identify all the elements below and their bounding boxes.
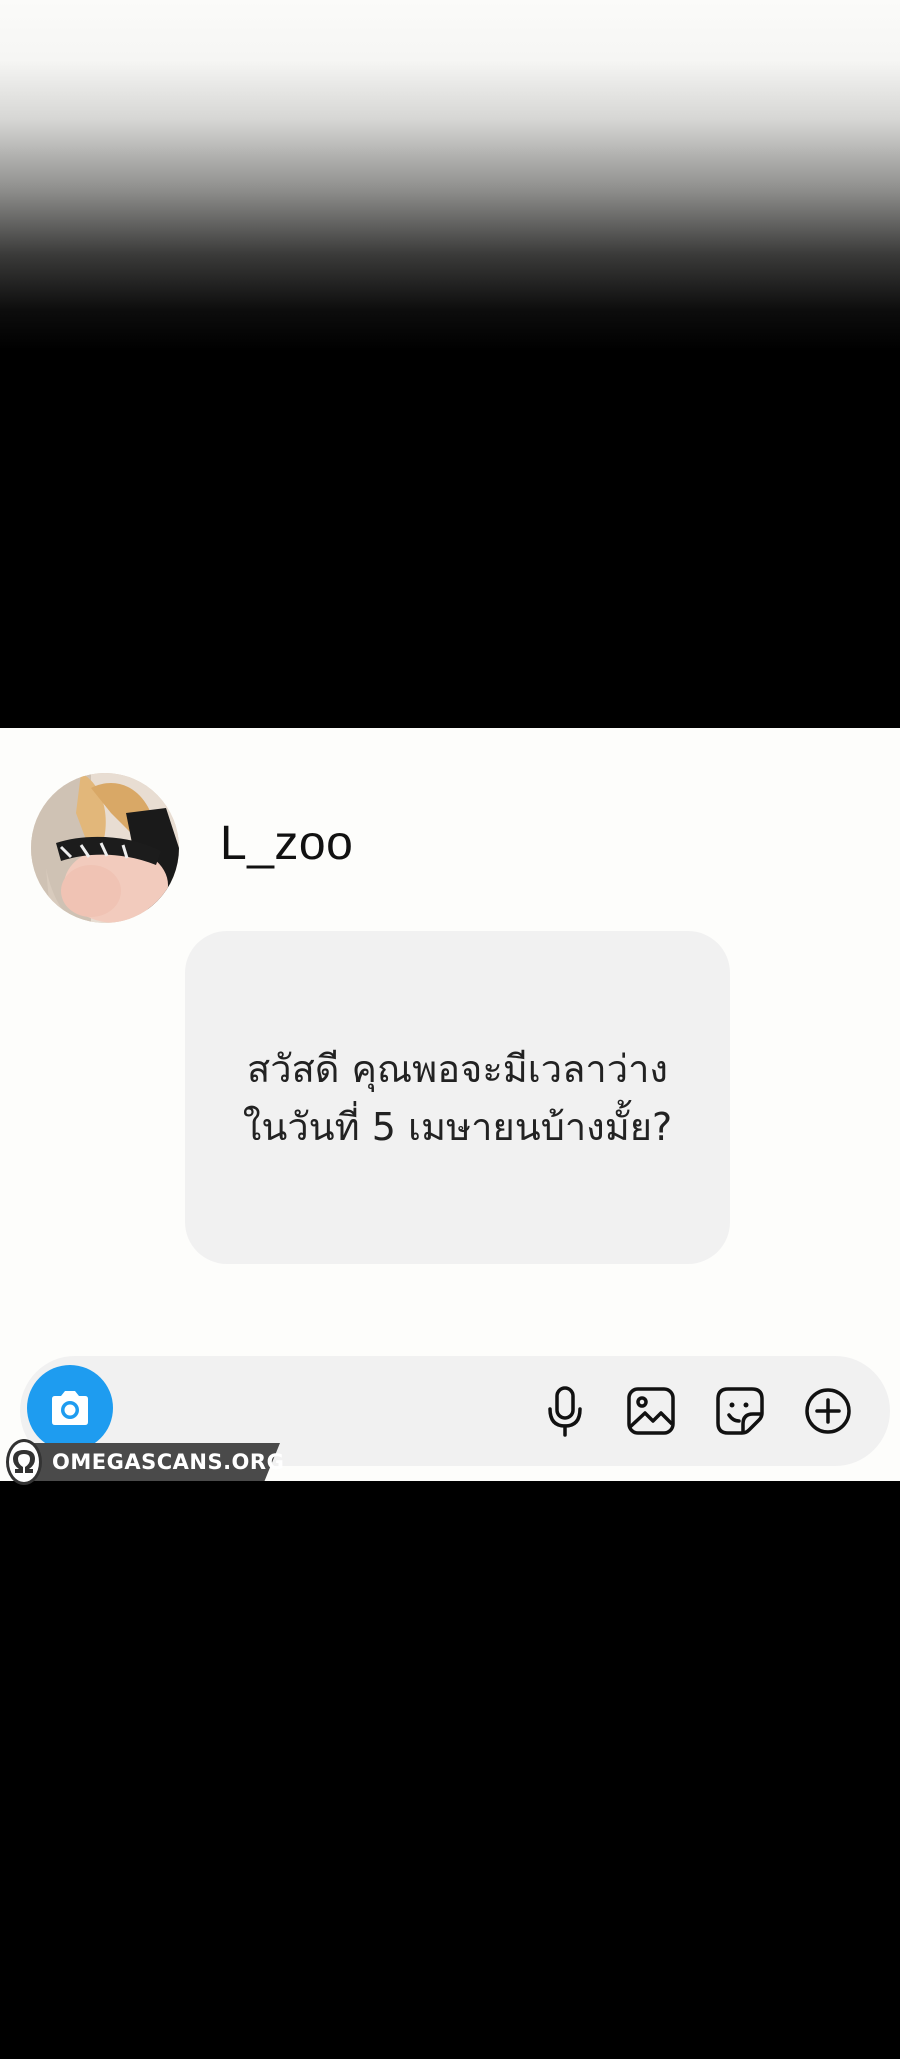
message-bubble: สวัสดี คุณพอจะมีเวลาว่าง ในวันที่ 5 เมษา…	[185, 931, 730, 1264]
add-button[interactable]	[800, 1383, 856, 1439]
camera-icon	[52, 1391, 88, 1425]
panel-fade-top	[0, 0, 900, 725]
omega-logo-icon	[6, 1439, 42, 1485]
contact-username: L_zoo	[220, 817, 354, 870]
contact-avatar[interactable]	[31, 773, 179, 923]
watermark-text: OMEGASCANS.ORG	[52, 1450, 285, 1474]
panel-black-bottom	[0, 1484, 900, 2059]
watermark: OMEGASCANS.ORG	[6, 1439, 284, 1485]
message-line-2: ในวันที่ 5 เมษายนบ้างมั้ย?	[242, 1104, 673, 1149]
microphone-icon	[548, 1386, 582, 1437]
gallery-icon	[627, 1387, 675, 1435]
comic-page: L_zoo สวัสดี คุณพอจะมีเวลาว่าง ในวันที่ …	[0, 0, 900, 2059]
add-icon	[805, 1388, 851, 1434]
message-line-1: สวัสดี คุณพอจะมีเวลาว่าง	[247, 1046, 668, 1091]
gallery-button[interactable]	[623, 1383, 679, 1439]
sticker-icon	[716, 1387, 764, 1435]
sticker-button[interactable]	[712, 1383, 768, 1439]
microphone-button[interactable]	[537, 1383, 593, 1439]
chat-panel: L_zoo สวัสดี คุณพอจะมีเวลาว่าง ในวันที่ …	[0, 728, 900, 1485]
